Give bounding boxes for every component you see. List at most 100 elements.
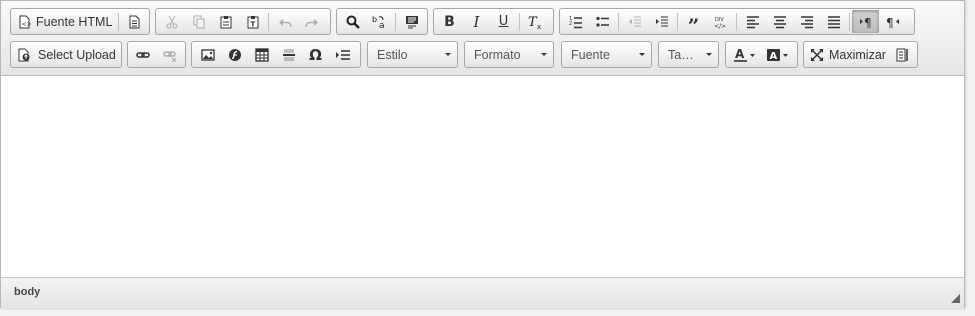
- align-right-button[interactable]: [793, 10, 820, 33]
- chevron-down-icon: [541, 53, 547, 56]
- background-color-icon: A: [766, 48, 788, 62]
- svg-text:a: a: [379, 21, 385, 29]
- select-all-icon: [405, 15, 418, 28]
- show-blocks-button[interactable]: [890, 43, 915, 66]
- copy-button[interactable]: [185, 10, 212, 33]
- paste-button[interactable]: [212, 10, 239, 33]
- redo-icon: [304, 18, 318, 27]
- underline-button[interactable]: U: [490, 10, 517, 33]
- copy-icon: [193, 15, 204, 28]
- find-button[interactable]: [339, 10, 366, 33]
- toolbar-group-document: <> Fuente HTML: [10, 8, 150, 35]
- link-icon: [136, 51, 150, 58]
- separator: [519, 12, 520, 31]
- bulleted-list-button[interactable]: [589, 10, 616, 33]
- image-icon: [200, 48, 215, 61]
- remove-format-button[interactable]: Tx: [522, 10, 549, 33]
- blockquote-button[interactable]: ”: [680, 10, 707, 36]
- clipboard-icon: [220, 15, 231, 28]
- align-justify-icon: [827, 15, 840, 28]
- svg-text:¶: ¶: [886, 16, 894, 29]
- bold-button[interactable]: B: [436, 10, 463, 33]
- paste-text-button[interactable]: T: [239, 10, 266, 33]
- italic-button[interactable]: I: [463, 10, 490, 33]
- cut-button[interactable]: [158, 10, 185, 33]
- indent-button[interactable]: [648, 10, 675, 33]
- font-combo-value: Fuente: [571, 47, 610, 62]
- separator: [677, 12, 678, 31]
- undo-button[interactable]: [271, 10, 298, 33]
- underline-icon: U: [498, 14, 509, 29]
- maximize-button[interactable]: Maximizar: [806, 43, 890, 66]
- page-break-button[interactable]: [329, 43, 356, 66]
- background-color-button[interactable]: A: [761, 43, 794, 66]
- align-center-icon: [773, 15, 786, 28]
- style-combo[interactable]: Estilo: [367, 41, 458, 68]
- search-icon: [346, 15, 360, 29]
- new-document-button[interactable]: [121, 10, 147, 33]
- toolbar-group-basic-styles: B I U Tx: [433, 8, 554, 35]
- align-left-icon: [746, 15, 759, 28]
- text-color-button[interactable]: A: [728, 43, 761, 66]
- flash-icon: [228, 48, 241, 61]
- format-combo[interactable]: Formato: [464, 41, 554, 68]
- font-combo[interactable]: Fuente: [561, 41, 652, 68]
- source-html-button[interactable]: <> Fuente HTML: [13, 10, 116, 33]
- document-icon: [129, 15, 140, 28]
- flash-button[interactable]: [221, 43, 248, 66]
- image-button[interactable]: [194, 43, 221, 66]
- horizontal-rule-button[interactable]: [275, 43, 302, 66]
- font-size-combo-value: Ta…: [668, 47, 694, 62]
- special-char-button[interactable]: Ω: [302, 43, 329, 66]
- replace-button[interactable]: ba: [366, 10, 393, 33]
- ltr-icon: ¶: [859, 16, 871, 29]
- undo-icon: [278, 18, 292, 27]
- outdent-button[interactable]: [621, 10, 648, 33]
- svg-text:<>: <>: [22, 21, 32, 28]
- editor-content-area[interactable]: [1, 76, 964, 277]
- chevron-down-icon: [706, 53, 712, 56]
- unlink-button[interactable]: [157, 43, 184, 66]
- element-path-body[interactable]: body: [14, 286, 40, 298]
- font-size-combo[interactable]: Ta…: [658, 41, 719, 68]
- svg-text:2: 2: [569, 21, 572, 27]
- table-button[interactable]: [248, 43, 275, 66]
- bold-icon: B: [444, 13, 455, 30]
- separator: [395, 12, 396, 31]
- link-button[interactable]: [130, 43, 157, 66]
- table-icon: [254, 47, 269, 62]
- page-break-icon: [335, 49, 350, 60]
- maximize-label: Maximizar: [829, 47, 886, 62]
- select-upload-button[interactable]: Select Upload: [13, 43, 120, 66]
- text-direction-rtl-button[interactable]: ¶: [879, 10, 906, 33]
- svg-text:</>: </>: [714, 23, 726, 29]
- scissors-icon: [166, 15, 177, 28]
- toolbar-group-links: [127, 41, 186, 68]
- toolbar-group-search: ba: [336, 8, 428, 35]
- select-all-button[interactable]: [398, 10, 425, 33]
- rich-text-editor: <> Fuente HTML T ba B I U T x 1 2 ” DIV …: [0, 0, 965, 308]
- replace-icon: ba: [372, 15, 385, 29]
- upload-icon: [18, 48, 30, 61]
- chevron-down-icon: [445, 53, 451, 56]
- select-upload-label: Select Upload: [38, 47, 116, 62]
- paste-text-icon: T: [247, 15, 258, 28]
- svg-text:A: A: [735, 48, 745, 61]
- text-color-icon: A: [733, 48, 755, 62]
- separator: [618, 12, 619, 31]
- text-direction-ltr-button[interactable]: ¶: [852, 10, 879, 33]
- outdent-icon: [628, 16, 641, 26]
- svg-text:A: A: [769, 51, 777, 62]
- svg-text:T: T: [250, 20, 255, 28]
- justify-button[interactable]: [820, 10, 847, 33]
- resize-handle-icon[interactable]: [951, 294, 960, 303]
- svg-text:b: b: [372, 15, 377, 24]
- create-div-button[interactable]: DIV </>: [707, 10, 734, 33]
- italic-icon: I: [473, 12, 480, 31]
- align-center-button[interactable]: [766, 10, 793, 33]
- numbered-list-button[interactable]: 12: [562, 10, 589, 33]
- align-left-button[interactable]: [739, 10, 766, 33]
- redo-button[interactable]: [298, 10, 325, 33]
- style-combo-value: Estilo: [377, 47, 408, 62]
- source-icon: <>: [19, 15, 32, 28]
